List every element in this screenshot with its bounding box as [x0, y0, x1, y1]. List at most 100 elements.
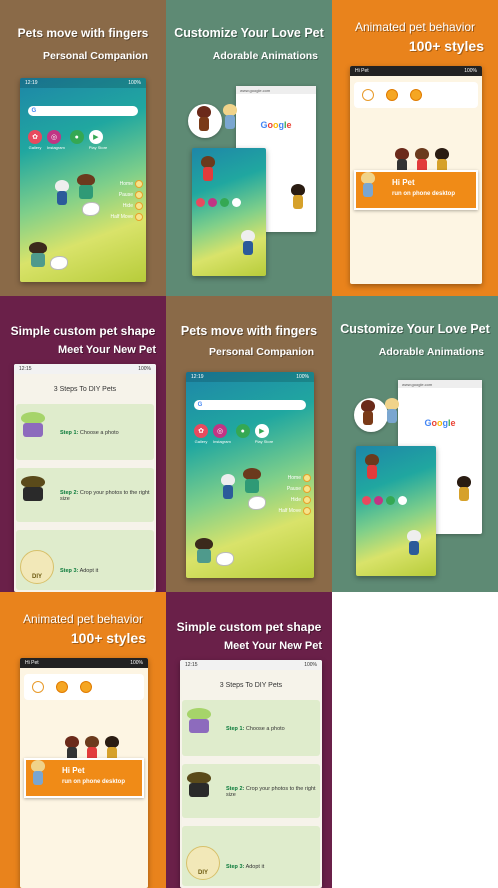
- pet-sprite-girl[interactable]: [194, 538, 214, 570]
- chat-icon[interactable]: [386, 89, 398, 101]
- tile-heading: Simple custom pet shape: [10, 324, 156, 338]
- app-label: Play Store: [254, 439, 274, 444]
- pet-sprite-demon: [20, 476, 46, 516]
- battery-level: 100%: [296, 374, 309, 380]
- app-play-store[interactable]: ▶ Play Store: [254, 424, 274, 444]
- play-store-icon[interactable]: [232, 198, 241, 207]
- instagram-icon: ◎: [47, 130, 61, 144]
- app-title: Hi Pet: [355, 68, 369, 74]
- app-label: Play Store: [88, 145, 108, 150]
- battery-level: 100%: [464, 68, 477, 74]
- app-label: Gallery: [28, 145, 42, 150]
- menu-home[interactable]: Home: [120, 180, 143, 188]
- pet-frame-icon[interactable]: [362, 89, 374, 101]
- pet-sprite-sans[interactable]: [54, 180, 70, 206]
- instagram-icon[interactable]: [208, 198, 217, 207]
- tile-subheading: Personal Companion: [42, 50, 148, 62]
- menu-half-move[interactable]: Half Move: [110, 213, 143, 221]
- pet-sprite-frisk[interactable]: [200, 156, 216, 182]
- app-instagram[interactable]: ◎ Instagram: [47, 130, 65, 150]
- pet-sprite-sans[interactable]: [220, 474, 236, 500]
- pet-sprite-blonde[interactable]: [360, 172, 376, 198]
- status-bar: 12:19 100%: [186, 372, 314, 382]
- app-row: [196, 198, 241, 207]
- menu-hide[interactable]: Hide: [123, 202, 143, 210]
- phone-screen: 12:19 100% G ✿ Gallery ◎ Instagram ● ▶ Play …: [20, 78, 146, 282]
- home-icon: [135, 180, 143, 188]
- menu-label: Pause: [286, 486, 301, 492]
- instagram-icon[interactable]: [374, 496, 383, 505]
- tile-customize: Customize Your Love Pet Adorable Animati…: [332, 296, 498, 592]
- tile-diy: Simple custom pet shape Meet Your New Pe…: [166, 592, 332, 888]
- pet-sprite-sans[interactable]: [240, 230, 256, 256]
- play-store-icon[interactable]: [398, 496, 407, 505]
- tile-heading: Pets move with fingers: [180, 324, 318, 338]
- tile-subheading: Adorable Animations: [378, 346, 484, 358]
- menu-half-move[interactable]: Half Move: [278, 507, 311, 515]
- pet-sprite-girl[interactable]: [28, 242, 48, 274]
- banner-title: Hi Pet: [62, 766, 85, 775]
- pet-sprite-frisk[interactable]: [364, 454, 380, 480]
- menu-hide[interactable]: Hide: [291, 496, 311, 504]
- banner-subtitle: run on phone desktop: [392, 191, 455, 197]
- chat-icon[interactable]: [56, 681, 68, 693]
- app-icon[interactable]: [386, 496, 395, 505]
- app-icon[interactable]: [220, 198, 229, 207]
- tile-customize: Customize Your Love Pet Adorable Animati…: [166, 0, 332, 296]
- pet-sprite-blonde[interactable]: [30, 760, 46, 786]
- banner-subtitle: run on phone desktop: [62, 779, 125, 785]
- pet-sprite-dancer[interactable]: [290, 184, 306, 210]
- app-row: [362, 496, 407, 505]
- google-g-icon: G: [31, 108, 37, 114]
- tile-heading: Customize Your Love Pet: [340, 322, 490, 336]
- app-gallery[interactable]: ✿ Gallery: [194, 424, 208, 444]
- app-play-store[interactable]: ▶ Play Store: [88, 130, 108, 150]
- menu-pause[interactable]: Pause: [119, 191, 143, 199]
- app-unlabeled[interactable]: ●: [235, 424, 250, 444]
- app-unlabeled[interactable]: ●: [69, 130, 84, 150]
- hand-pointer-icon: [248, 496, 266, 510]
- pet-sprite-demon: [186, 772, 212, 812]
- pet-sprite-blonde[interactable]: [384, 398, 400, 424]
- tile-diy: Simple custom pet shape Meet Your New Pe…: [0, 296, 166, 592]
- address-bar[interactable]: www.google.com: [236, 86, 316, 94]
- hipet-toolbar: [24, 674, 144, 700]
- pet-sprite-green-hair: [186, 708, 212, 748]
- pet-sprite-samurai[interactable]: [360, 400, 376, 426]
- status-bar: Hi Pet 100%: [20, 658, 148, 668]
- pet-sprite-blonde[interactable]: [222, 104, 238, 130]
- half-move-icon: [135, 213, 143, 221]
- hand-pointer-icon: [216, 552, 234, 566]
- message-icon[interactable]: [410, 89, 422, 101]
- hide-icon: [135, 202, 143, 210]
- pet-sprite-dancer[interactable]: [456, 476, 472, 502]
- address-bar[interactable]: www.google.com: [398, 380, 482, 388]
- phone-screen: 12:15 100% 3 Steps To DIY Pets Step 1: Ch…: [180, 660, 322, 888]
- menu-home[interactable]: Home: [288, 474, 311, 482]
- tile-heading: Pets move with fingers: [17, 26, 149, 40]
- status-bar: 12:15 100%: [14, 364, 156, 374]
- banner-title: Hi Pet: [392, 178, 415, 187]
- flower-icon[interactable]: [196, 198, 205, 207]
- tile-subheading: Adorable Animations: [212, 50, 318, 62]
- status-bar: 12:19 100%: [20, 78, 146, 88]
- app-gallery[interactable]: ✿ Gallery: [28, 130, 42, 150]
- message-icon[interactable]: [80, 681, 92, 693]
- app-row: ✿ Gallery ◎ Instagram ● ▶ Play Store: [194, 424, 273, 444]
- app-label: Gallery: [194, 439, 208, 444]
- tile-subheading: 100+ styles: [70, 630, 146, 646]
- menu-pause[interactable]: Pause: [287, 485, 311, 493]
- pet-sprite-samurai[interactable]: [196, 106, 212, 132]
- app-instagram[interactable]: ◎ Instagram: [213, 424, 231, 444]
- pet-sprite-sans[interactable]: [406, 530, 422, 556]
- phone-screen: 12:19 100% G ✿ Gallery ◎ Instagram ● ▶ Play …: [186, 372, 314, 578]
- app-label: Instagram: [47, 145, 65, 150]
- step-1-label: Step 1: Choose a photo: [226, 726, 285, 732]
- search-bar[interactable]: G: [193, 400, 307, 410]
- tile-subheading: Meet Your New Pet: [57, 344, 156, 356]
- pet-frame-icon[interactable]: [32, 681, 44, 693]
- search-bar[interactable]: G: [27, 106, 139, 116]
- status-bar: 12:15 100%: [180, 660, 322, 670]
- flower-icon[interactable]: [362, 496, 371, 505]
- flower-icon: ✿: [194, 424, 208, 438]
